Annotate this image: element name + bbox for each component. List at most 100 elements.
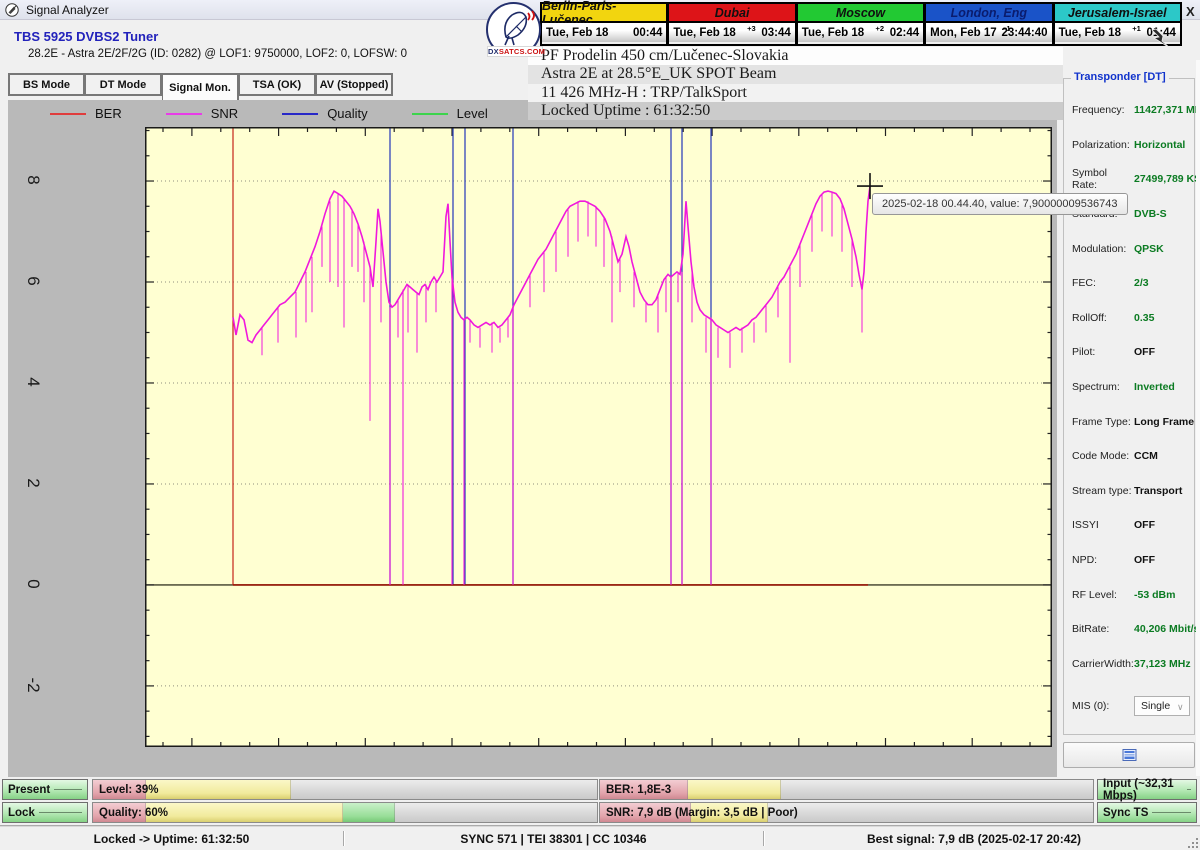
transponder-value: Horizontal [1134,139,1185,151]
clock-time-row: Tue, Feb 1800:44 [542,23,666,42]
badge-present: Present [2,779,88,800]
transponder-label: Stream type: [1072,485,1134,497]
progress-bar-ber: BER: 1,8E-3 [599,779,1094,800]
y-tick-label: 0 [23,573,43,595]
tab-dt-mode[interactable]: DT Mode [85,73,162,96]
clock-london-eng: London, EngMon, Feb 17-123:44:40 [925,2,1053,46]
transponder-row-frequency-: Frequency:11427,371 MHz [1064,93,1194,128]
transponder-value: 11427,371 MHz [1134,104,1200,116]
legend-swatch [412,113,448,115]
transponder-save-button[interactable] [1063,742,1195,768]
tab-bs-mode[interactable]: BS Mode [8,73,85,96]
mis-dropdown[interactable]: Single∨ [1134,696,1190,716]
transponder-label: Code Mode: [1072,450,1134,462]
clock-berlin-paris-lu-enec: Berlin-Paris-LučenecTue, Feb 1800:44 [540,2,668,46]
badge-sync: Sync TS [1097,802,1197,823]
clock-time: 03:44 [761,27,790,39]
bar-label: Quality: 60% [99,803,168,822]
clock-city: Jerusalem-Israel [1055,4,1180,23]
transponder-value: 2/3 [1134,277,1149,289]
transponder-label: Frame Type: [1072,416,1134,428]
dxsatcs-logo: DXSATCS.COM [486,2,544,60]
transponder-value: DVB-S [1134,208,1167,220]
transponder-row-mis: MIS (0):Single∨ [1064,689,1194,724]
y-tick-label: -2 [23,674,43,696]
bar-segment-yellow [146,803,343,822]
resize-grip[interactable] [1185,835,1198,848]
legend-item-quality: Quality [282,106,367,121]
bar-label: BER: 1,8E-3 [606,780,671,799]
transponder-row-symbol-rate-: Symbol Rate:27499,789 KS/s [1064,162,1194,197]
tab-tsa-ok-[interactable]: TSA (OK) [239,73,316,96]
transponder-row-npd-: NPD:OFF [1064,543,1194,578]
transponder-label: MIS (0): [1072,700,1134,712]
transponder-value: -53 dBm [1134,589,1175,601]
clock-time: 00:44 [633,27,662,39]
legend-item-ber: BER [50,106,122,121]
transponder-row-code-mode-: Code Mode:CCM [1064,439,1194,474]
signal-plot[interactable] [145,127,1052,747]
legend-label: SNR [211,106,238,121]
info-line-antenna: PF Prodelin 450 cm/Lučenec-Slovakia [528,47,1063,65]
y-tick-label: 8 [23,169,43,191]
bar-segment-green [343,803,394,822]
transponder-row-pilot-: Pilot:OFF [1064,335,1194,370]
clock-time-row: Mon, Feb 17-123:44:40 [926,23,1051,42]
transponder-value: 40,206 Mbit/s [1134,623,1199,635]
transponder-value: Inverted [1134,381,1175,393]
legend-swatch [282,113,318,115]
clock-city: Dubai [669,4,794,23]
app-dish-icon [5,3,20,17]
transponder-row-fec-: FEC:2/3 [1064,266,1194,301]
badge-lock: Lock [2,802,88,823]
bar-label: Level: 39% [99,780,158,799]
transponder-row-stream-type-: Stream type:Transport [1064,474,1194,509]
clock-city: Berlin-Paris-Lučenec [542,4,666,23]
tuner-name: TBS 5925 DVBS2 Tuner [14,29,158,44]
badge-input: Input (~32,31 Mbps) [1097,779,1197,800]
transponder-row-polarization-: Polarization:Horizontal [1064,128,1194,163]
save-icon [1122,749,1137,761]
progress-bar-snr: SNR: 7,9 dB (Margin: 3,5 dB | Poor) [599,802,1094,823]
transponder-label: Symbol Rate: [1072,167,1134,191]
legend-item-snr: SNR [166,106,238,121]
transponder-row-rolloff-: RollOff:0.35 [1064,301,1194,336]
clock-moscow: MoscowTue, Feb 18+202:44 [797,2,925,46]
transponder-value: OFF [1134,554,1155,566]
transponder-label: RollOff: [1072,312,1134,324]
clock-city: London, Eng [926,4,1051,23]
transponder-value: OFF [1134,346,1155,358]
status-row-level: Present Level: 39% BER: 1,8E-3 Input (~32,3… [0,779,1200,800]
window-edge [1196,60,1200,776]
info-line-uptime: Locked Uptime : 61:32:50 [528,102,1063,120]
transponder-label: BitRate: [1072,623,1134,635]
transponder-label: RF Level: [1072,589,1134,601]
transponder-value: QPSK [1134,243,1164,255]
mode-tabs: BS ModeDT ModeSignal Mon.TSA (OK)AV (Sto… [8,73,393,100]
chart-tooltip: 2025-02-18 00.44.40, value: 7,9000000953… [872,193,1128,215]
transponder-row-modulation-: Modulation:QPSK [1064,231,1194,266]
transponder-label: Pilot: [1072,346,1134,358]
transponder-row-bitrate-: BitRate:40,206 Mbit/s [1064,612,1194,647]
mouse-cursor-icon [1150,28,1172,52]
transponder-value: 27499,789 KS/s [1134,173,1200,185]
transponder-value: 0.35 [1134,312,1154,324]
transponder-value: Long Frame [1134,416,1194,428]
bar-label: SNR: 7,9 dB (Margin: 3,5 dB | Poor) [606,803,798,822]
transponder-label: Frequency: [1072,104,1134,116]
transponder-label: FEC: [1072,277,1134,289]
info-line-frequency: 11 426 MHz-H : TRP/TalkSport [528,84,1063,102]
transponder-value: Transport [1134,485,1182,497]
antenna-info-strip: PF Prodelin 450 cm/Lučenec-Slovakia Astr… [528,47,1063,120]
clocks-close-icon[interactable]: X [1186,4,1195,19]
status-best-signal: Best signal: 7,9 dB (2025-02-17 20:42) [764,827,1184,850]
tab-av-stopped-[interactable]: AV (Stopped) [316,73,393,96]
chart-legend: BERSNRQualityLevel [50,106,532,121]
clock-time-row: Tue, Feb 18+303:44 [669,23,794,42]
y-tick-label: 2 [23,472,43,494]
progress-bar-quality: Quality: 60% [92,802,598,823]
clock-date: Tue, Feb 18 [546,27,633,39]
tab-signal-mon-[interactable]: Signal Mon. [162,73,239,100]
bar-segment-yellow [146,780,291,799]
status-bar: Locked -> Uptime: 61:32:50 SYNC 571 | TE… [0,826,1200,850]
